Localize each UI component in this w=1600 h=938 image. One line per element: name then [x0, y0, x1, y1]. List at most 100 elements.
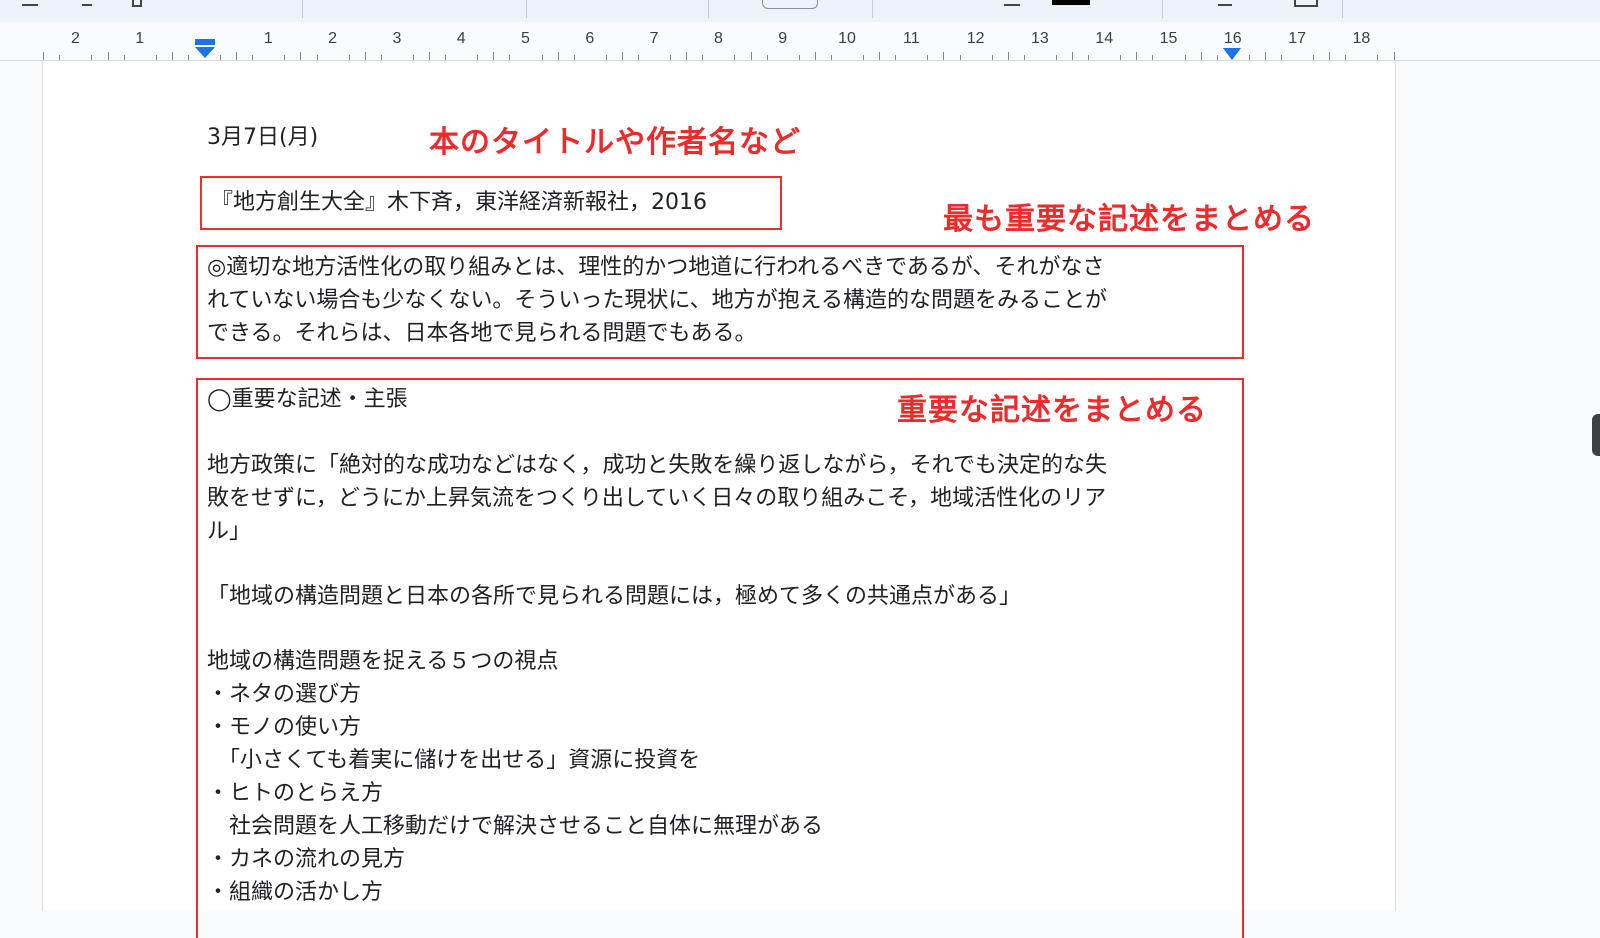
ruler-tick: [123, 55, 125, 60]
ruler-number: 17: [1288, 30, 1306, 47]
section-heading[interactable]: ◯重要な記述・主張: [207, 383, 408, 416]
ruler-number: 1: [263, 30, 273, 47]
ruler-number: 5: [521, 30, 530, 47]
ruler-tick: [429, 52, 431, 60]
ruler-tick: [91, 55, 93, 60]
ruler-tick: [1313, 55, 1315, 60]
right-indent-icon[interactable]: [1222, 47, 1242, 61]
ruler-tick: [1345, 55, 1347, 60]
ruler-tick: [187, 55, 189, 60]
ruler-tick: [830, 55, 832, 60]
ruler-tick: [171, 52, 173, 60]
horizontal-ruler[interactable]: 2 1 1 2 3 4 5 6 7 8 9 10 11 12 13 14 15 16 17 18: [0, 22, 1600, 61]
summary-line: できる。それらは、日本各地で見られる問題でもある。: [207, 321, 757, 346]
quote-line: ル」: [207, 519, 252, 544]
ruler-tick: [236, 52, 238, 60]
quote-paragraph-1[interactable]: 地方政策に「絶対的な成功などはなく，成功と失敗を繰り返しながら，それでも決定的な…: [207, 449, 1107, 548]
ruler-number: 2: [328, 30, 338, 47]
document-page[interactable]: 3月7日(月) 本のタイトルや作者名など 『地方創生大全』木下斉，東洋経済新報社…: [42, 61, 1396, 938]
ruler-number: 6: [585, 30, 595, 47]
first-line-indent-icon[interactable]: [194, 39, 216, 59]
ruler-tick: [220, 55, 222, 60]
ruler-band: 2 1 1 2 3 4 5 6 7 8 9 10 11 12 13 14 15 16 17 18: [43, 30, 1395, 60]
ruler-tick: [1120, 55, 1122, 60]
ruler-tick: [1136, 52, 1138, 60]
ruler-tick: [509, 55, 511, 60]
ruler-number: 11: [902, 30, 920, 47]
quote-paragraph-2[interactable]: 「地域の構造問題と日本の各所で見られる問題には，極めて多くの共通点がある」: [207, 580, 1021, 613]
date-line[interactable]: 3月7日(月): [207, 121, 318, 154]
font-size-box[interactable]: [762, 0, 818, 9]
ruler-tick: [300, 52, 302, 60]
link-icon[interactable]: [1218, 0, 1232, 6]
quote-line: 敗をせずに，どうにか上昇気流をつくり出していく日々の取り組みこそ，地域活性化のリ…: [207, 486, 1107, 511]
ruler-tick: [1329, 52, 1331, 60]
ruler-tick: [863, 55, 865, 60]
ruler-tick: [541, 55, 543, 60]
viewpoints-list[interactable]: ・ネタの選び方 ・モノの使い方 「小さくても着実に儲けを出せる」資源に投資を ・…: [207, 678, 823, 909]
ruler-tick: [734, 55, 736, 60]
annotation-title-note: 本のタイトルや作者名など: [429, 125, 801, 160]
ruler-tick: [1152, 55, 1154, 60]
viewpoints-title[interactable]: 地域の構造問題を捉える５つの視点: [207, 645, 558, 678]
ruler-number: 13: [1030, 30, 1049, 47]
ruler-number: 14: [1095, 30, 1114, 47]
ruler-tick: [927, 55, 929, 60]
ruler-tick: [895, 55, 897, 60]
ruler-tick: [702, 55, 704, 60]
list-item: 「小さくても着実に儲けを出せる」資源に投資を: [207, 748, 701, 773]
ruler-tick: [155, 55, 157, 60]
ruler-tick: [1264, 52, 1266, 60]
ruler-tick: [621, 52, 623, 60]
annotation-summary-note: 最も重要な記述をまとめる: [943, 202, 1315, 237]
ruler-tick: [1055, 55, 1057, 60]
ruler-number: 3: [392, 30, 402, 47]
ruler-number: 7: [649, 30, 659, 47]
citation-line[interactable]: 『地方創生大全』木下斉，東洋経済新報社，2016: [211, 186, 707, 219]
summary-line: れていない場合も少なくない。そういった現状に、地方が抱える構造的な問題をみること…: [207, 288, 1108, 313]
ruler-number: 15: [1159, 30, 1178, 47]
ruler-tick: [638, 55, 640, 60]
ruler-number: 1: [135, 30, 145, 47]
summary-paragraph[interactable]: ◎適切な地方活性化の取り組みとは、理性的かつ地道に行われるべきであるが、それがな…: [207, 251, 1107, 350]
list-item: ・モノの使い方: [207, 715, 362, 740]
ruler-number: 12: [966, 30, 985, 47]
ruler-tick: [798, 55, 800, 60]
list-item: 社会問題を人工移動だけで解決させること自体に無理がある: [207, 814, 824, 839]
ruler-tick: [1088, 55, 1090, 60]
ruler-number: 16: [1223, 30, 1242, 47]
ruler-tick: [750, 52, 752, 60]
ruler-tick: [380, 55, 382, 60]
summary-line: ◎適切な地方活性化の取り組みとは、理性的かつ地道に行われるべきであるが、それがな…: [207, 255, 1105, 280]
side-panel-toggle[interactable]: [1592, 414, 1600, 456]
ruler-tick: [814, 52, 816, 60]
text-color-icon[interactable]: [1004, 0, 1020, 6]
ruler-tick: [1248, 55, 1250, 60]
toolbar: [0, 0, 1600, 22]
ruler-tick: [1007, 52, 1009, 60]
ruler-tick: [284, 55, 286, 60]
ruler-tick: [1200, 52, 1202, 60]
ruler-number: 4: [456, 30, 466, 47]
ruler-tick: [364, 52, 366, 60]
ruler-tick: [1377, 55, 1379, 60]
undo-icon[interactable]: [22, 0, 38, 6]
list-item: ・組織の活かし方: [207, 880, 384, 905]
highlight-color-swatch[interactable]: [1052, 0, 1090, 5]
redo-icon[interactable]: [82, 0, 92, 6]
ruler-tick: [43, 52, 45, 60]
print-icon[interactable]: [132, 0, 142, 7]
ruler-tick: [316, 55, 318, 60]
ruler-tick: [557, 52, 559, 60]
image-icon[interactable]: [1294, 0, 1318, 7]
ruler-tick: [493, 52, 495, 60]
ruler-number: 10: [838, 30, 856, 47]
ruler-number: 18: [1352, 30, 1371, 47]
annotation-important-note: 重要な記述をまとめる: [897, 393, 1207, 428]
ruler-tick: [959, 55, 961, 60]
list-item: ・ネタの選び方: [207, 682, 362, 707]
ruler-tick: [445, 55, 447, 60]
ruler-tick: [1393, 52, 1395, 60]
ruler-tick: [686, 52, 688, 60]
ruler-tick: [605, 55, 607, 60]
